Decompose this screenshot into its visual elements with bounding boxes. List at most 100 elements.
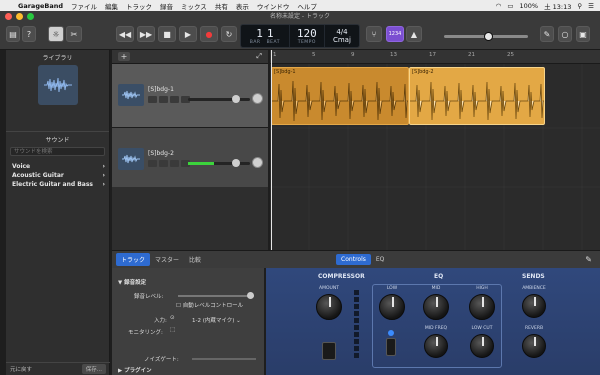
track-volume-slider[interactable] xyxy=(188,95,250,103)
media-browser-button[interactable]: ▣ xyxy=(576,26,590,42)
menu-track[interactable]: トラック xyxy=(126,1,152,11)
tab-master[interactable]: マスター xyxy=(150,253,184,266)
menu-icon[interactable]: ☰ xyxy=(588,2,594,10)
count-in-button[interactable]: 1234 xyxy=(386,26,404,42)
smart-controls-button[interactable]: ☼ xyxy=(48,26,64,42)
eq-toggle[interactable] xyxy=(386,338,396,356)
fast-forward-button[interactable]: ▶▶ xyxy=(137,26,155,42)
record-button[interactable]: ● xyxy=(200,26,218,42)
solo-button[interactable] xyxy=(159,96,168,103)
save-button[interactable]: 保存... xyxy=(81,364,106,374)
master-volume-slider[interactable] xyxy=(444,32,528,41)
menu-share[interactable]: 共有 xyxy=(215,1,228,11)
noise-gate-slider[interactable] xyxy=(192,358,256,360)
track-name[interactable]: [S]bdg-2 xyxy=(148,150,174,157)
editors-button[interactable]: ✂ xyxy=(66,26,82,42)
lcd-tempo[interactable]: 120 xyxy=(297,27,317,40)
track-1[interactable]: [S]bdg-1 xyxy=(112,64,268,128)
menu-edit[interactable]: 編集 xyxy=(105,1,118,11)
menu-mix[interactable]: ミックス xyxy=(181,1,207,11)
track-volume-knob[interactable] xyxy=(232,159,240,167)
menu-view[interactable]: 表示 xyxy=(236,1,249,11)
menu-record[interactable]: 録音 xyxy=(160,1,173,11)
record-enable-button[interactable] xyxy=(170,160,179,167)
lcd-display[interactable]: 1 1 BAR BEAT 120 TEMPO 4/4 Cmaj xyxy=(240,24,360,48)
input-link-icon[interactable]: ⊙ xyxy=(170,315,175,321)
ruler-mark: 21 xyxy=(468,52,475,58)
lcd-signature[interactable]: 4/4 xyxy=(336,28,347,36)
cycle-button[interactable]: ↻ xyxy=(221,26,237,42)
ambience-knob[interactable] xyxy=(522,294,546,318)
tab-eq[interactable]: EQ xyxy=(371,254,390,265)
record-enable-button[interactable] xyxy=(170,96,179,103)
monitoring-icon[interactable]: ⬚ xyxy=(170,327,175,333)
close-button[interactable] xyxy=(5,13,12,20)
track-pan-knob[interactable] xyxy=(252,157,263,168)
recording-settings-header[interactable]: ▼ 録音設定 xyxy=(118,278,146,286)
pencil-icon[interactable]: ✎ xyxy=(585,255,592,264)
reverb-knob[interactable] xyxy=(522,334,546,358)
library-item-voice[interactable]: Voice › xyxy=(6,162,109,171)
rec-level-knob[interactable] xyxy=(247,292,254,299)
track-volume-slider[interactable] xyxy=(188,159,250,167)
loop-browser-button[interactable]: ○ xyxy=(558,26,572,42)
quick-help-button[interactable]: ? xyxy=(22,26,36,42)
mute-button[interactable] xyxy=(148,160,157,167)
lcd-beat-label: BEAT xyxy=(266,40,280,45)
minimize-button[interactable] xyxy=(16,13,23,20)
track-volume-knob[interactable] xyxy=(232,95,240,103)
mid-freq-knob[interactable] xyxy=(424,334,448,358)
track-pan-knob[interactable] xyxy=(252,93,263,104)
region-label: [S]bdg-1 xyxy=(274,69,296,75)
plugins-header[interactable]: ▶ プラグイン xyxy=(118,366,152,374)
playhead[interactable] xyxy=(271,50,272,250)
search-icon[interactable]: ⚲ xyxy=(577,2,582,10)
track-name[interactable]: [S]bdg-1 xyxy=(148,86,174,93)
low-knob[interactable] xyxy=(379,294,405,320)
library-item-acoustic-guitar[interactable]: Acoustic Guitar › xyxy=(6,171,109,180)
menu-app-name[interactable]: GarageBand xyxy=(18,2,63,10)
auto-level-checkbox[interactable]: ☐ 自動レベルコントロール xyxy=(176,301,243,309)
library-panel: ライブラリ サウンド サウンドを検索 Voice › Acoustic Guita… xyxy=(6,50,110,375)
clock[interactable]: 土 13:13 xyxy=(544,1,571,11)
menu-window[interactable]: ウインドウ xyxy=(257,1,290,11)
sound-search-input[interactable]: サウンドを検索 xyxy=(10,147,105,156)
menu-file[interactable]: ファイル xyxy=(71,1,97,11)
track-2[interactable]: [S]bdg-2 xyxy=(112,128,268,192)
battery-icon[interactable]: ▭ xyxy=(507,2,513,10)
tuner-button[interactable]: ⑂ xyxy=(366,26,382,42)
library-item-electric-guitar[interactable]: Electric Guitar and Bass › xyxy=(6,180,109,189)
rewind-button[interactable]: ◀◀ xyxy=(116,26,134,42)
rec-level-slider[interactable] xyxy=(178,292,254,299)
lcd-key[interactable]: Cmaj xyxy=(333,36,351,44)
catch-button[interactable]: ⤢ xyxy=(256,52,262,61)
amount-knob[interactable] xyxy=(316,294,342,320)
wifi-icon[interactable]: ◠ xyxy=(496,2,502,10)
high-knob[interactable] xyxy=(469,294,495,320)
revert-button[interactable]: 元に戻す xyxy=(10,365,32,373)
audio-region[interactable]: [S]bdg-1 xyxy=(271,67,409,125)
mute-button[interactable] xyxy=(148,96,157,103)
zoom-button[interactable] xyxy=(27,13,34,20)
timeline-ruler[interactable]: 1 5 9 13 17 21 25 xyxy=(270,50,600,64)
tab-controls[interactable]: Controls xyxy=(336,254,371,265)
ruler-mark: 1 xyxy=(273,52,277,58)
tab-track[interactable]: トラック xyxy=(116,253,151,266)
compressor-toggle[interactable] xyxy=(322,342,336,360)
add-track-button[interactable]: + xyxy=(118,52,130,61)
master-volume-knob[interactable] xyxy=(484,32,493,41)
eq-power-led[interactable] xyxy=(388,330,394,336)
notepad-button[interactable]: ✎ xyxy=(540,26,554,42)
tracks-timeline[interactable]: [S]bdg-1 [S]bdg-2 xyxy=(270,64,600,250)
library-button[interactable]: ▤ xyxy=(6,26,20,42)
mid-knob[interactable] xyxy=(423,294,449,320)
tab-compare[interactable]: 比較 xyxy=(184,253,206,266)
solo-button[interactable] xyxy=(159,160,168,167)
play-button[interactable]: ▶ xyxy=(179,26,197,42)
low-cut-knob[interactable] xyxy=(470,334,494,358)
stop-button[interactable]: ■ xyxy=(158,26,176,42)
metronome-button[interactable]: ▲ xyxy=(406,26,422,42)
menu-help[interactable]: ヘルプ xyxy=(297,1,317,11)
input-select[interactable]: 1-2 (内蔵マイク) ⌄ xyxy=(192,316,241,324)
audio-region-selected[interactable]: [S]bdg-2 xyxy=(409,67,545,125)
